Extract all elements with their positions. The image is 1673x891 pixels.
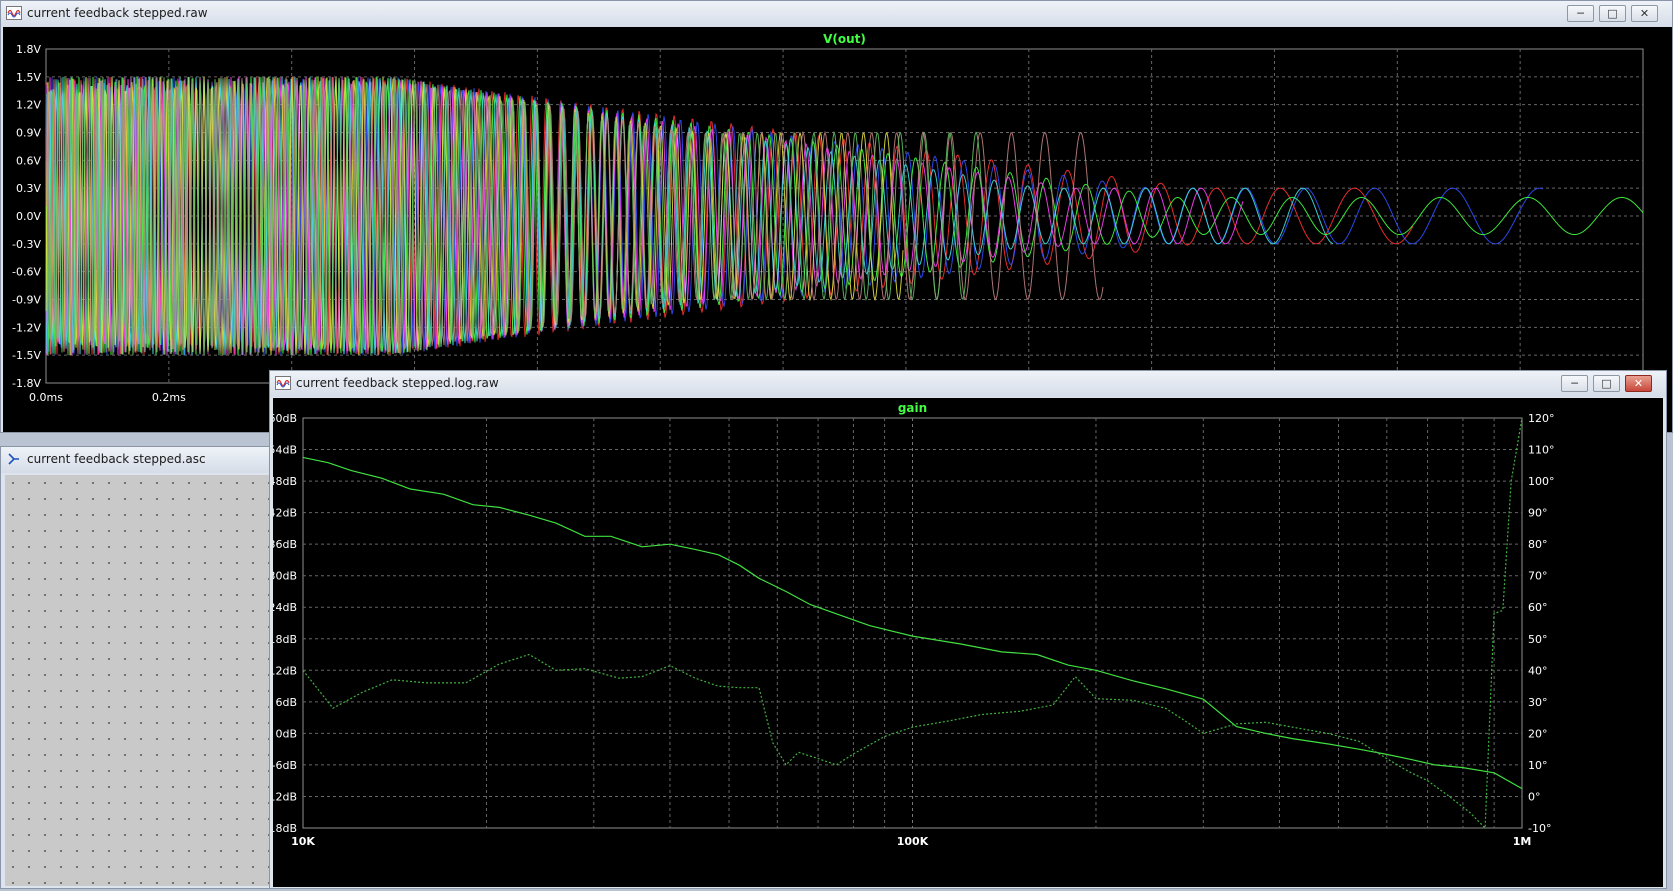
y-tick-label: 54dB xyxy=(273,444,297,457)
x-tick-label: 0.2ms xyxy=(152,391,186,404)
y2-tick-label: -10° xyxy=(1528,822,1551,835)
close-button[interactable]: ✕ xyxy=(1625,375,1652,392)
waveform-icon xyxy=(6,6,22,20)
y-tick-label: 60dB xyxy=(273,412,297,425)
y2-tick-label: 50° xyxy=(1528,633,1548,646)
y-tick-label: 30dB xyxy=(273,570,297,583)
minimize-button[interactable]: ─ xyxy=(1567,5,1594,22)
y-tick-label: 48dB xyxy=(273,475,297,488)
y-tick-label: 6dB xyxy=(275,696,297,709)
trace-label: V(out) xyxy=(823,32,866,46)
y-tick-label: 36dB xyxy=(273,538,297,551)
maximize-button[interactable]: □ xyxy=(1593,375,1620,392)
y-tick-label: 0.3V xyxy=(16,182,41,195)
schematic-canvas[interactable] xyxy=(5,475,271,886)
trace-label: gain xyxy=(898,401,927,415)
bode-window-title: current feedback stepped.log.raw xyxy=(296,376,499,390)
y2-tick-label: 80° xyxy=(1528,538,1548,551)
schematic-window-title: current feedback stepped.asc xyxy=(27,452,206,466)
y-tick-label: 18dB xyxy=(273,633,297,646)
close-button[interactable]: ✕ xyxy=(1631,5,1658,22)
y-tick-label: -1.2V xyxy=(12,321,41,334)
y2-tick-label: 120° xyxy=(1528,412,1555,425)
y-tick-label: 0.6V xyxy=(16,154,41,167)
transient-window-title: current feedback stepped.raw xyxy=(27,6,208,20)
y-tick-label: -12dB xyxy=(273,790,297,803)
y2-tick-label: 10° xyxy=(1528,759,1548,772)
bode-plot[interactable]: 60dB 54dB 48dB 42dB 36dB 30dB 24dB 18dB 12dB 6dB 0… xyxy=(265,398,1663,887)
y-tick-label: -6dB xyxy=(273,759,297,772)
x-tick-label: 0.0ms xyxy=(29,391,63,404)
y-tick-label: -0.6V xyxy=(12,266,41,279)
y-tick-label: 0.0V xyxy=(16,210,41,223)
y2-tick-label: 40° xyxy=(1528,664,1548,677)
y2-tick-label: 0° xyxy=(1528,790,1541,803)
maximize-button[interactable]: □ xyxy=(1599,5,1626,22)
x-tick-label: 10K xyxy=(291,835,315,848)
y-tick-label: 1.8V xyxy=(16,43,41,56)
y-tick-label: -0.3V xyxy=(12,238,41,251)
waveform-icon xyxy=(275,376,291,390)
y2-tick-label: 30° xyxy=(1528,696,1548,709)
schematic-icon xyxy=(8,453,19,465)
y2-tick-label: 100° xyxy=(1528,475,1555,488)
y-tick-label: 0.9V xyxy=(16,127,41,140)
minimize-button[interactable]: ─ xyxy=(1561,375,1588,392)
y-tick-label: 24dB xyxy=(273,601,297,614)
y-tick-label: 0dB xyxy=(275,727,297,740)
x-tick-label: 1M xyxy=(1513,835,1532,848)
y-tick-label: -18dB xyxy=(273,822,297,835)
y-tick-label: -1.5V xyxy=(12,349,41,362)
schematic-titlebar[interactable]: current feedback stepped.asc xyxy=(1,447,271,473)
bode-titlebar[interactable]: current feedback stepped.log.raw ─ □ ✕ xyxy=(270,371,1666,397)
transient-window[interactable]: current feedback stepped.raw ─ □ ✕ 1.8V 1… xyxy=(0,0,1673,433)
y2-tick-label: 70° xyxy=(1528,570,1548,583)
bode-plot-area[interactable]: 60dB 54dB 48dB 42dB 36dB 30dB 24dB 18dB 12dB 6dB 0… xyxy=(265,398,1663,887)
y-tick-label: 12dB xyxy=(273,664,297,677)
y2-tick-label: 110° xyxy=(1528,444,1555,457)
y2-tick-label: 60° xyxy=(1528,601,1548,614)
y-tick-label: -0.9V xyxy=(12,294,41,307)
y-tick-label: 1.5V xyxy=(16,71,41,84)
transient-titlebar[interactable]: current feedback stepped.raw ─ □ ✕ xyxy=(1,1,1672,27)
x-tick-label: 100K xyxy=(897,835,929,848)
y-tick-label: 1.2V xyxy=(16,99,41,112)
y-tick-label: 42dB xyxy=(273,507,297,520)
schematic-window[interactable]: current feedback stepped.asc xyxy=(0,446,272,889)
bode-window[interactable]: current feedback stepped.log.raw ─ □ ✕ 6… xyxy=(265,370,1667,889)
y2-tick-label: 90° xyxy=(1528,507,1548,520)
y-tick-label: -1.8V xyxy=(12,377,41,390)
y2-tick-label: 20° xyxy=(1528,727,1548,740)
